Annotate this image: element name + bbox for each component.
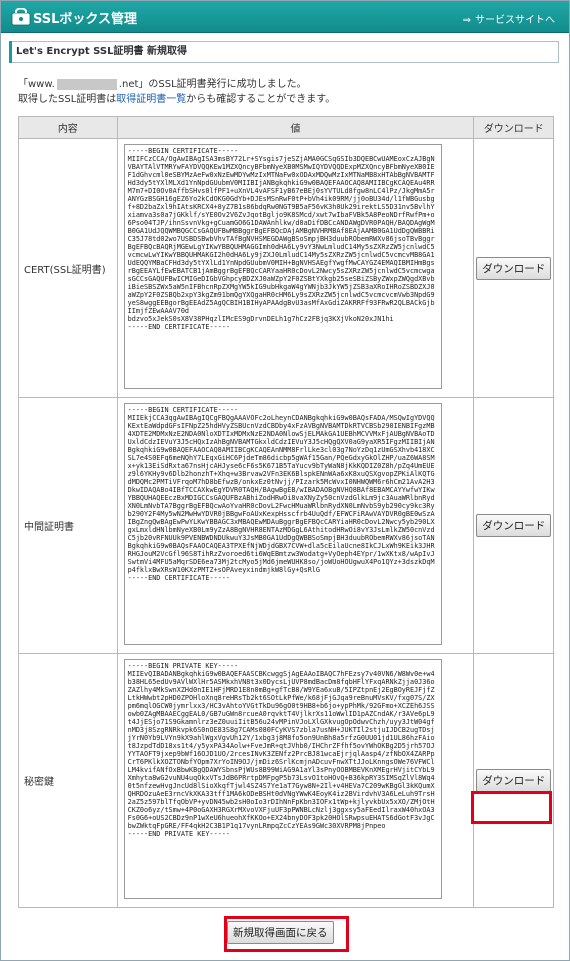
ssl-lock-icon: [11, 8, 31, 26]
certificate-table: 内容 値 ダウンロード CERT(SSL証明書) ダウンロード 中間証明書 ダウ…: [18, 116, 554, 908]
header-content: 内容: [18, 116, 118, 139]
result-message: 「www. .net」のSSL証明書発行に成功しました。 取得したSSL証明書は取…: [18, 77, 558, 107]
cert-textarea[interactable]: [123, 144, 442, 389]
download-cert-button[interactable]: ダウンロード: [476, 256, 552, 280]
table-row-intermediate: 中間証明書 ダウンロード: [18, 397, 554, 654]
row-label-private-key: 秘密鍵: [18, 653, 118, 908]
row-value-cert-cell: [116, 138, 475, 398]
intermediate-cert-textarea[interactable]: [123, 403, 442, 645]
service-site-link[interactable]: ⇒ サービスサイトへ: [463, 11, 555, 26]
row-label-intermediate: 中間証明書: [18, 397, 118, 654]
download-private-key-highlight: [471, 791, 552, 824]
success-prefix: 「www.: [18, 79, 55, 90]
header-value: 値: [116, 116, 475, 139]
app-title: SSLボックス管理: [33, 12, 138, 27]
row-value-private-key-cell: [116, 653, 475, 908]
page-subheading: Let's Encrypt SSL証明書 新規取得: [9, 41, 559, 63]
success-line: 「www. .net」のSSL証明書発行に成功しました。: [18, 77, 558, 92]
success-suffix: .net」のSSL証明書発行に成功しました。: [118, 79, 307, 90]
download-intermediate-button[interactable]: ダウンロード: [476, 514, 552, 537]
row-download-private-key-cell: ダウンロード: [473, 653, 554, 908]
certificate-list-link[interactable]: 取得証明書一覧: [116, 94, 186, 105]
header-download: ダウンロード: [473, 116, 554, 139]
service-site-link-label: サービスサイトへ: [475, 15, 555, 26]
download-private-key-button[interactable]: ダウンロード: [476, 769, 552, 792]
private-key-textarea[interactable]: [123, 659, 442, 899]
info-line: 取得したSSL証明書は取得証明書一覧からも確認することができます。: [18, 92, 558, 107]
row-download-cert-cell: ダウンロード: [473, 138, 554, 398]
row-download-intermediate-cell: ダウンロード: [473, 397, 554, 654]
row-label-cert: CERT(SSL証明書): [18, 138, 118, 398]
table-row-private-key: 秘密鍵 ダウンロード: [18, 653, 554, 908]
table-header-row: 内容 値 ダウンロード: [18, 116, 554, 139]
app-header: SSLボックス管理 ⇒ サービスサイトへ: [1, 1, 569, 33]
info-suffix: からも確認することができます。: [186, 94, 336, 105]
back-button-highlight: [224, 916, 349, 952]
info-prefix: 取得したSSL証明書は: [18, 94, 117, 105]
row-value-intermediate-cell: [116, 397, 475, 654]
arrow-right-icon: ⇒: [462, 15, 471, 26]
masked-domain: [56, 78, 117, 90]
table-row-cert: CERT(SSL証明書) ダウンロード: [18, 138, 554, 398]
